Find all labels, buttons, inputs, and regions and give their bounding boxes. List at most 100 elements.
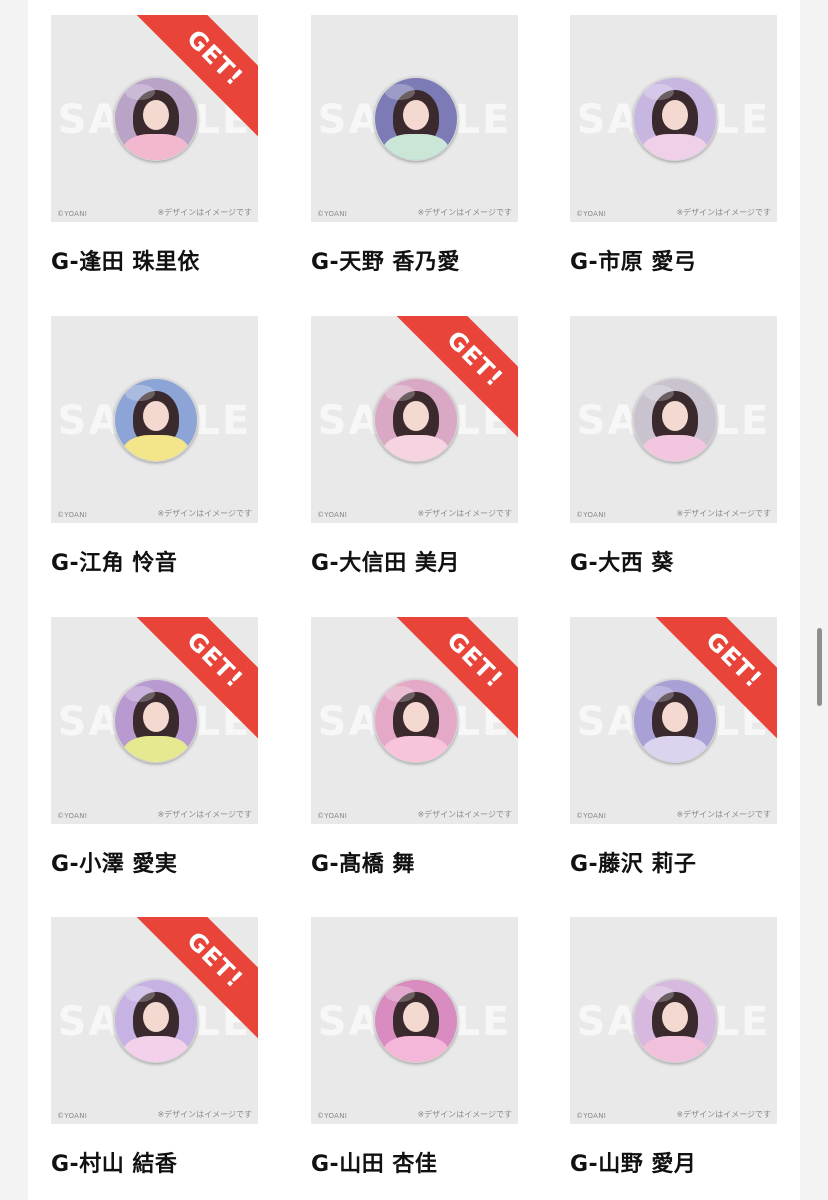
face-shape	[662, 401, 688, 431]
goods-card[interactable]: SAMPLE©YOANI※デザインはイメージですG-大西 葵	[570, 316, 777, 577]
copyright-text: ©YOANI	[317, 210, 348, 218]
badge-image[interactable]: SAMPLE©YOANI※デザインはイメージです	[570, 917, 777, 1124]
item-name[interactable]: G-逢田 珠里依	[51, 244, 258, 276]
copyright-text: ©YOANI	[317, 511, 348, 519]
goods-card[interactable]: SAMPLE©YOANI※デザインはイメージですGET!G-大信田 美月	[311, 316, 518, 577]
copyright-text: ©YOANI	[57, 812, 88, 820]
badge-image[interactable]: SAMPLE©YOANI※デザインはイメージです	[570, 15, 777, 222]
goods-card[interactable]: SAMPLE©YOANI※デザインはイメージですG-山野 愛月	[570, 917, 777, 1178]
outfit-shape	[123, 1036, 189, 1062]
goods-grid: SAMPLE©YOANI※デザインはイメージですGET! G-逢田 珠里依 SAMP…	[28, 0, 800, 1200]
badge-image[interactable]: SAMPLE©YOANI※デザインはイメージですGET!	[311, 316, 518, 523]
face-shape	[403, 702, 429, 732]
badge-image[interactable]: SAMPLE©YOANI※デザインはイメージですGET!	[51, 15, 258, 222]
can-badge-photo	[114, 77, 198, 161]
design-note: ※デザインはイメージです	[676, 810, 771, 819]
copyright-text: ©YOANI	[576, 210, 607, 218]
copyright-text: ©YOANI	[576, 511, 607, 519]
design-note: ※デザインはイメージです	[417, 509, 512, 518]
can-badge-photo	[374, 378, 458, 462]
item-name[interactable]: G-藤沢 莉子	[570, 846, 777, 878]
face-shape	[662, 702, 688, 732]
copyright-text: ©YOANI	[317, 1112, 348, 1120]
outfit-shape	[123, 435, 189, 461]
goods-card[interactable]: SAMPLE©YOANI※デザインはイメージですGET!G-逢田 珠里依	[51, 15, 258, 276]
item-name[interactable]: G-髙橋 舞	[311, 846, 518, 878]
copyright-text: ©YOANI	[576, 1112, 607, 1120]
item-name[interactable]: G-大信田 美月	[311, 545, 518, 577]
goods-card[interactable]: SAMPLE©YOANI※デザインはイメージですG-市原 愛弓	[570, 15, 777, 276]
face-shape	[143, 1002, 169, 1032]
badge-image[interactable]: SAMPLE©YOANI※デザインはイメージですGET!	[570, 617, 777, 824]
item-name[interactable]: G-山野 愛月	[570, 1146, 777, 1178]
design-note: ※デザインはイメージです	[417, 208, 512, 217]
face-shape	[403, 1002, 429, 1032]
item-name[interactable]: G-大西 葵	[570, 545, 777, 577]
can-badge-photo	[633, 979, 717, 1063]
outfit-shape	[642, 1036, 708, 1062]
outfit-shape	[123, 736, 189, 762]
goods-card[interactable]: SAMPLE©YOANI※デザインはイメージですG-山田 杏佳	[311, 917, 518, 1178]
design-note: ※デザインはイメージです	[157, 810, 252, 819]
badge-shine	[644, 686, 674, 702]
can-badge-photo	[374, 77, 458, 161]
goods-card[interactable]: SAMPLE©YOANI※デザインはイメージですGET! G-髙橋 舞	[311, 617, 518, 878]
item-name[interactable]: G-小澤 愛実	[51, 846, 258, 878]
goods-card[interactable]: SAMPLE©YOANI※デザインはイメージですGET! G-藤沢 莉子	[570, 617, 777, 878]
design-note: ※デザインはイメージです	[676, 1110, 771, 1119]
badge-shine	[644, 385, 674, 401]
item-name[interactable]: G-市原 愛弓	[570, 244, 777, 276]
outfit-shape	[642, 134, 708, 160]
face-shape	[143, 401, 169, 431]
badge-shine	[644, 84, 674, 100]
item-name[interactable]: G-山田 杏佳	[311, 1146, 518, 1178]
badge-shine	[125, 986, 155, 1002]
design-note: ※デザインはイメージです	[157, 509, 252, 518]
outfit-shape	[383, 1036, 449, 1062]
design-note: ※デザインはイメージです	[157, 208, 252, 217]
outfit-shape	[383, 435, 449, 461]
copyright-text: ©YOANI	[57, 1112, 88, 1120]
content-page: SAMPLE©YOANI※デザインはイメージですGET! G-逢田 珠里依 SAMP…	[28, 0, 800, 1200]
goods-card[interactable]: SAMPLE©YOANI※デザインはイメージですGET!G-小澤 愛実	[51, 617, 258, 878]
face-shape	[143, 702, 169, 732]
can-badge-photo	[114, 679, 198, 763]
item-name[interactable]: G-天野 香乃愛	[311, 244, 518, 276]
face-shape	[662, 100, 688, 130]
item-name[interactable]: G-江角 怜音	[51, 545, 258, 577]
badge-image[interactable]: SAMPLE©YOANI※デザインはイメージですGET!	[51, 617, 258, 824]
can-badge-photo	[114, 979, 198, 1063]
badge-shine	[644, 986, 674, 1002]
copyright-text: ©YOANI	[57, 210, 88, 218]
outfit-shape	[383, 736, 449, 762]
design-note: ※デザインはイメージです	[417, 1110, 512, 1119]
badge-image[interactable]: SAMPLE©YOANI※デザインはイメージです	[570, 316, 777, 523]
badge-shine	[385, 686, 415, 702]
item-name[interactable]: G-村山 結香	[51, 1146, 258, 1178]
goods-card[interactable]: SAMPLE©YOANI※デザインはイメージですGET!G-村山 結香	[51, 917, 258, 1178]
scrollbar[interactable]	[817, 628, 822, 706]
badge-image[interactable]: SAMPLE©YOANI※デザインはイメージですGET!	[311, 617, 518, 824]
badge-shine	[125, 385, 155, 401]
can-badge-photo	[374, 679, 458, 763]
copyright-text: ©YOANI	[317, 812, 348, 820]
design-note: ※デザインはイメージです	[676, 208, 771, 217]
face-shape	[403, 100, 429, 130]
badge-image[interactable]: SAMPLE©YOANI※デザインはイメージです	[311, 15, 518, 222]
design-note: ※デザインはイメージです	[157, 1110, 252, 1119]
can-badge-photo	[633, 77, 717, 161]
badge-image[interactable]: SAMPLE©YOANI※デザインはイメージですGET!	[51, 917, 258, 1124]
badge-shine	[385, 385, 415, 401]
outfit-shape	[383, 134, 449, 160]
badge-shine	[125, 84, 155, 100]
face-shape	[403, 401, 429, 431]
goods-card[interactable]: SAMPLE©YOANI※デザインはイメージですG-天野 香乃愛	[311, 15, 518, 276]
can-badge-photo	[633, 679, 717, 763]
outfit-shape	[642, 435, 708, 461]
goods-card[interactable]: SAMPLE©YOANI※デザインはイメージです G-江角 怜音	[51, 316, 258, 577]
outfit-shape	[123, 134, 189, 160]
badge-image[interactable]: SAMPLE©YOANI※デザインはイメージです	[51, 316, 258, 523]
badge-shine	[125, 686, 155, 702]
badge-image[interactable]: SAMPLE©YOANI※デザインはイメージです	[311, 917, 518, 1124]
design-note: ※デザインはイメージです	[676, 509, 771, 518]
